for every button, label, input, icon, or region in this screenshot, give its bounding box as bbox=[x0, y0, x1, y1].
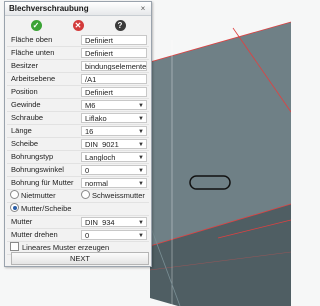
select-value: 0 bbox=[85, 231, 90, 240]
field-label: Scheibe bbox=[11, 139, 39, 148]
field-row-bohrung-fuer-mutter: Bohrung für Mutter normal ▼ bbox=[7, 177, 149, 190]
field-label: Länge bbox=[11, 126, 32, 135]
field-label: Mutter bbox=[11, 217, 33, 226]
field-row-mutter: Mutter DIN_934 ▼ bbox=[7, 216, 149, 229]
panel-title: Blechverschraubung bbox=[9, 4, 89, 13]
radio-mutter-scheibe[interactable]: Mutter/Scheibe bbox=[10, 203, 71, 215]
bohrungswinkel-select[interactable]: 0 ▼ bbox=[81, 165, 147, 175]
radio-schweissmutter[interactable]: Schweissmutter bbox=[81, 190, 145, 202]
chevron-down-icon: ▼ bbox=[138, 142, 144, 148]
field-label: Gewinde bbox=[11, 100, 41, 109]
bohrungstyp-select[interactable]: Langloch ▼ bbox=[81, 152, 147, 162]
flaeche-oben-value[interactable]: Definiert bbox=[81, 35, 147, 45]
checkbox[interactable] bbox=[10, 242, 19, 251]
field-label: Bohrung für Mutter bbox=[11, 178, 74, 187]
bohrung-fuer-mutter-select[interactable]: normal ▼ bbox=[81, 178, 147, 188]
field-label: Besitzer bbox=[11, 61, 39, 70]
arbeitsebene-input[interactable]: /A1 bbox=[81, 74, 147, 84]
field-row-schraube: Schraube Liflako ▼ bbox=[7, 112, 149, 125]
field-label: Arbeitsebene bbox=[11, 74, 56, 83]
field-label: Bohrungstyp bbox=[11, 152, 54, 161]
besitzer-input[interactable]: bindungselemente bbox=[81, 61, 147, 71]
field-row-arbeitsebene: Arbeitsebene /A1 bbox=[7, 73, 149, 86]
chevron-down-icon: ▼ bbox=[138, 168, 144, 174]
checkbox-label: Lineares Muster erzeugen bbox=[22, 243, 110, 252]
radio-label: Mutter/Scheibe bbox=[21, 204, 72, 213]
check-icon[interactable]: ✓ bbox=[30, 19, 42, 31]
field-label: Bohrungswinkel bbox=[11, 165, 64, 174]
schraube-select[interactable]: Liflako ▼ bbox=[81, 113, 147, 123]
radio-row-mutter-typ: Nietmutter Schweissmutter bbox=[7, 190, 149, 203]
field-label: Mutter drehen bbox=[11, 230, 58, 239]
field-row-gewinde: Gewinde M6 ▼ bbox=[7, 99, 149, 112]
field-label: Fläche unten bbox=[11, 48, 55, 57]
select-value: DIN_934 bbox=[85, 218, 115, 227]
panel-titlebar: Blechverschraubung × bbox=[5, 2, 151, 16]
field-row-bohrungswinkel: Bohrungswinkel 0 ▼ bbox=[7, 164, 149, 177]
chevron-down-icon: ▼ bbox=[138, 233, 144, 239]
radio-label: Nietmutter bbox=[21, 191, 56, 200]
select-value: DIN_9021 bbox=[85, 140, 119, 149]
field-row-bohrungstyp: Bohrungstyp Langloch ▼ bbox=[7, 151, 149, 164]
radio-button[interactable] bbox=[81, 190, 90, 199]
chevron-down-icon: ▼ bbox=[138, 220, 144, 226]
select-value: normal bbox=[85, 179, 108, 188]
chevron-down-icon: ▼ bbox=[138, 155, 144, 161]
field-label: Schraube bbox=[11, 113, 44, 122]
field-row-besitzer: Besitzer bindungselemente bbox=[7, 60, 149, 73]
field-row-flaeche-unten: Fläche unten Definiert bbox=[7, 47, 149, 60]
mutter-select[interactable]: DIN_934 ▼ bbox=[81, 217, 147, 227]
select-value: Langloch bbox=[85, 153, 116, 162]
field-row-position: Position Definiert bbox=[7, 86, 149, 99]
scheibe-select[interactable]: DIN_9021 ▼ bbox=[81, 139, 147, 149]
field-label: Position bbox=[11, 87, 38, 96]
position-value[interactable]: Definiert bbox=[81, 87, 147, 97]
radio-row-mutter-scheibe: Mutter/Scheibe bbox=[7, 203, 149, 216]
field-row-scheibe: Scheibe DIN_9021 ▼ bbox=[7, 138, 149, 151]
field-row-flaeche-oben: Fläche oben Definiert bbox=[7, 34, 149, 47]
flaeche-unten-value[interactable]: Definiert bbox=[81, 48, 147, 58]
mutter-drehen-select[interactable]: 0 ▼ bbox=[81, 230, 147, 240]
blechverschraubung-panel: Blechverschraubung × ✓ ✕ ? Fläche oben D… bbox=[4, 1, 152, 267]
chevron-down-icon: ▼ bbox=[138, 103, 144, 109]
radio-button[interactable] bbox=[10, 203, 19, 212]
radio-nietmutter[interactable]: Nietmutter bbox=[10, 190, 56, 202]
chevron-down-icon: ▼ bbox=[138, 181, 144, 187]
select-value: 16 bbox=[85, 127, 94, 136]
field-row-laenge: Länge 16 ▼ bbox=[7, 125, 149, 138]
field-row-mutter-drehen: Mutter drehen 0 ▼ bbox=[7, 229, 149, 242]
close-icon[interactable]: × bbox=[138, 2, 148, 15]
action-bar: ✓ ✕ ? bbox=[5, 16, 151, 34]
cancel-icon[interactable]: ✕ bbox=[72, 19, 84, 31]
select-value: M6 bbox=[85, 101, 96, 110]
select-value: Liflako bbox=[85, 114, 107, 123]
radio-label: Schweissmutter bbox=[92, 191, 145, 200]
radio-button[interactable] bbox=[10, 190, 19, 199]
laenge-select[interactable]: 16 ▼ bbox=[81, 126, 147, 136]
chevron-down-icon: ▼ bbox=[138, 116, 144, 122]
select-value: 0 bbox=[85, 166, 90, 175]
help-icon[interactable]: ? bbox=[114, 19, 126, 31]
next-button[interactable]: NEXT bbox=[11, 252, 149, 265]
field-label: Fläche oben bbox=[11, 35, 53, 44]
gewinde-select[interactable]: M6 ▼ bbox=[81, 100, 147, 110]
chevron-down-icon: ▼ bbox=[138, 129, 144, 135]
